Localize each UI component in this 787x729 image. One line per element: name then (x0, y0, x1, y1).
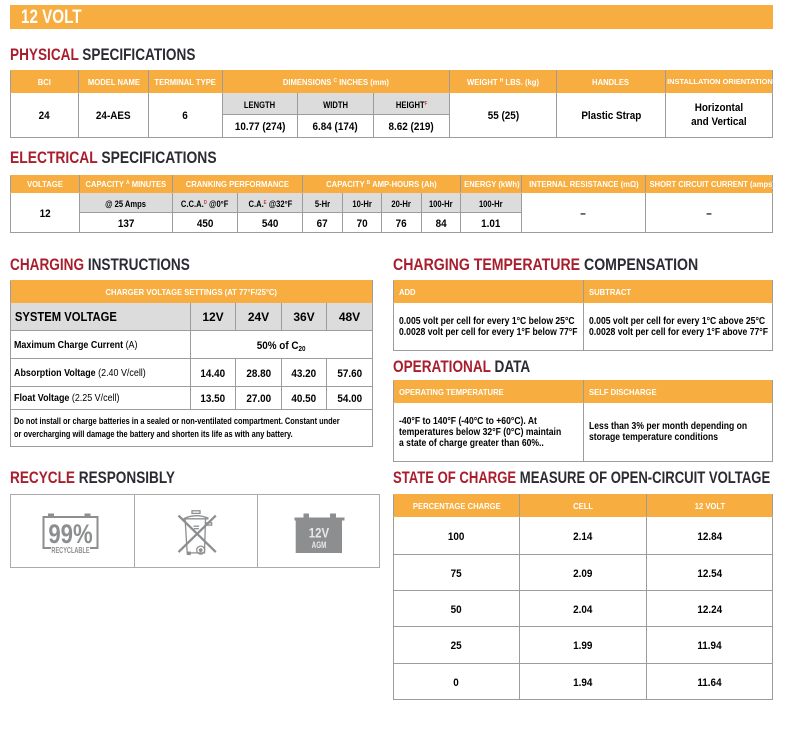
svg-text:RECYCLABLE: RECYCLABLE (51, 547, 90, 555)
svg-text:99%: 99% (48, 520, 92, 550)
svg-text:AGM: AGM (312, 540, 327, 550)
svg-text:12V: 12V (309, 526, 330, 541)
